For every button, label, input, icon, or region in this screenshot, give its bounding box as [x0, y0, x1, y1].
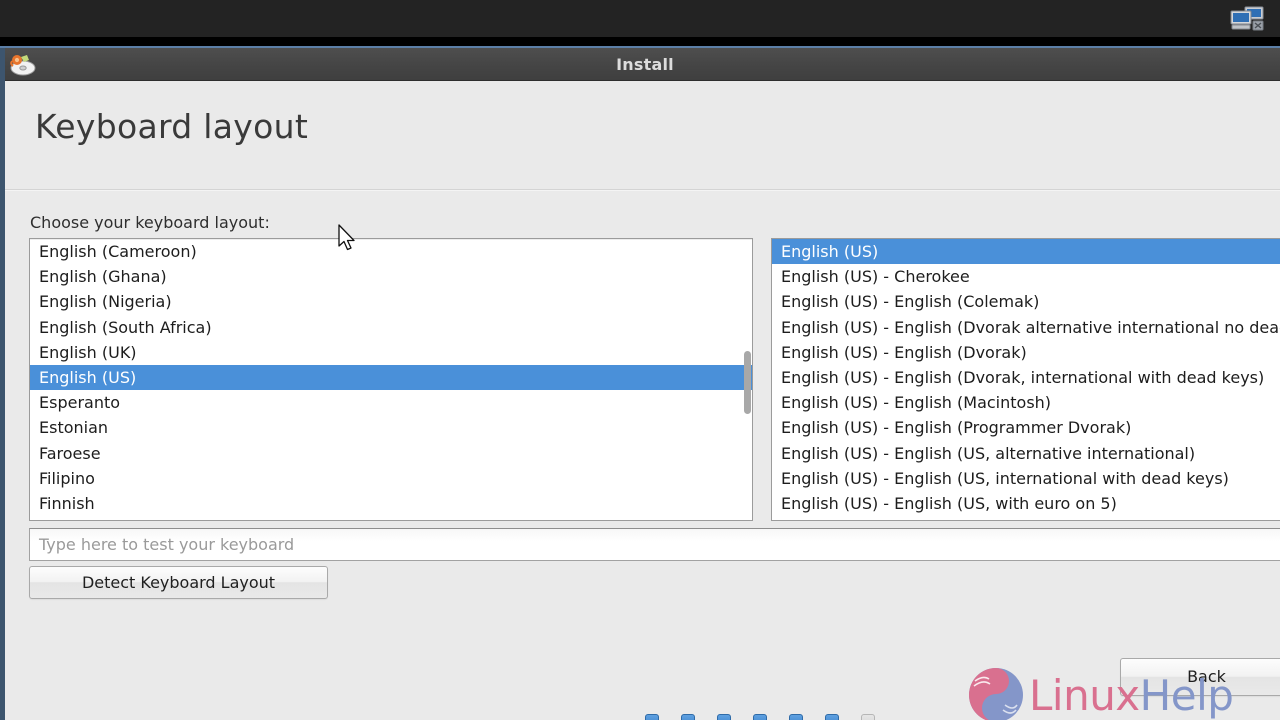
list-item[interactable]: English (US) - English (Dvorak, internat… — [772, 365, 1280, 390]
progress-dot — [825, 714, 839, 720]
install-window: Install Keyboard layout Choose your keyb… — [0, 46, 1280, 720]
progress-dot — [861, 714, 875, 720]
list-item[interactable]: English (Nigeria) — [30, 289, 752, 314]
watermark-text-linux: Linux — [1029, 670, 1140, 720]
progress-dots — [645, 714, 875, 720]
list-item[interactable]: English (US) - English (Dvorak alternati… — [772, 315, 1280, 340]
desktop-top-panel — [0, 0, 1280, 37]
window-title: Install — [616, 55, 674, 74]
list-item[interactable]: English (South Africa) — [30, 315, 752, 340]
progress-dot — [681, 714, 695, 720]
list-item[interactable]: Estonian — [30, 415, 752, 440]
desktop-gap — [0, 37, 1280, 46]
list-item[interactable]: English (US) - English (US, with euro on… — [772, 491, 1280, 516]
progress-dot — [717, 714, 731, 720]
watermark-text-help: Help — [1139, 670, 1234, 720]
list-item[interactable]: English (UK) — [30, 340, 752, 365]
list-item[interactable]: English (US) — [772, 239, 1280, 265]
progress-dot — [645, 714, 659, 720]
screen: Install Keyboard layout Choose your keyb… — [0, 0, 1280, 720]
list-item[interactable]: English (Ghana) — [30, 264, 752, 289]
keyboard-test-placeholder: Type here to test your keyboard — [39, 535, 295, 554]
keyboard-layout-label: Choose your keyboard layout: — [30, 213, 270, 232]
linuxhelp-logo-icon — [969, 668, 1023, 720]
detect-keyboard-layout-button[interactable]: Detect Keyboard Layout — [29, 566, 328, 599]
header-divider — [5, 189, 1280, 191]
list-item[interactable]: Faroese — [30, 441, 752, 466]
window-left-border — [0, 48, 5, 720]
list-item[interactable]: English (Cameroon) — [30, 239, 752, 264]
list-item[interactable]: Filipino — [30, 466, 752, 491]
list-item[interactable]: English (US) - Cherokee — [772, 264, 1280, 289]
progress-dot — [789, 714, 803, 720]
page-title: Keyboard layout — [35, 107, 309, 146]
list-item[interactable]: English (US) - English (Macintosh) — [772, 390, 1280, 415]
page-body: Keyboard layout Choose your keyboard lay… — [5, 82, 1280, 720]
list-item[interactable]: English (US) - English (Dvorak) — [772, 340, 1280, 365]
left-list-scrollbar-thumb[interactable] — [744, 351, 751, 414]
list-item[interactable]: English (US) - English (US, alternative … — [772, 441, 1280, 466]
watermark-text: LinuxHelp — [1029, 670, 1234, 720]
window-titlebar[interactable]: Install — [0, 48, 1280, 81]
list-item[interactable]: Finnish — [30, 491, 752, 516]
list-item[interactable]: English (US) - English (US, internationa… — [772, 466, 1280, 491]
keyboard-variant-list[interactable]: English (US) English (US) - Cherokee Engli… — [771, 238, 1280, 521]
keyboard-language-list[interactable]: English (Cameroon) English (Ghana) English… — [29, 238, 753, 521]
list-item[interactable]: English (US) - English (Colemak) — [772, 289, 1280, 314]
keyboard-test-input[interactable]: Type here to test your keyboard — [29, 528, 1280, 561]
list-item[interactable]: English (US) — [30, 364, 752, 391]
list-item[interactable]: Esperanto — [30, 390, 752, 415]
list-item[interactable]: English (US) - English (Programmer Dvora… — [772, 415, 1280, 440]
linuxhelp-watermark: LinuxHelp — [965, 659, 1255, 720]
network-displays-icon[interactable] — [1228, 4, 1268, 34]
progress-dot — [753, 714, 767, 720]
